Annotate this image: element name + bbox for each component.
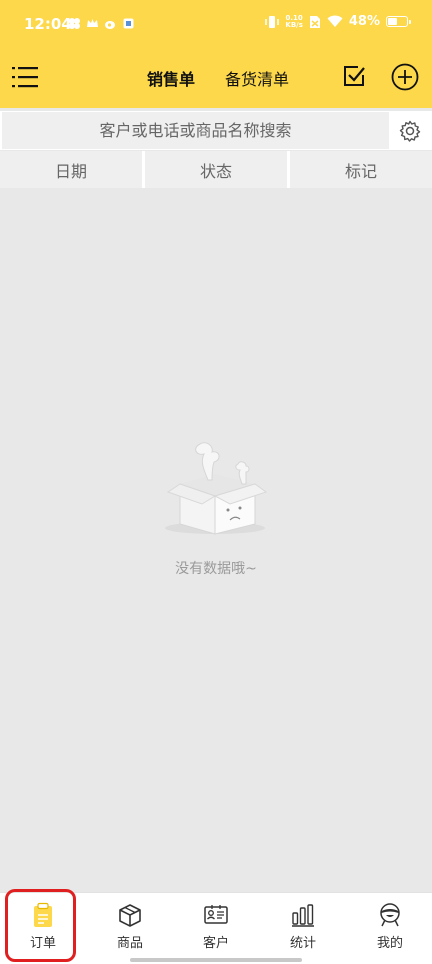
clipboard-icon xyxy=(34,902,52,927)
nav-label-goods: 商品 xyxy=(116,936,143,951)
search-bar xyxy=(0,111,432,150)
app-header: 12:04 0.10 KB/s 48% 销售单 备货清单 xyxy=(0,0,432,108)
filter-mark[interactable]: 标记 xyxy=(290,151,432,188)
filter-status[interactable]: 状态 xyxy=(145,151,287,188)
empty-message: 没有数据哦~ xyxy=(175,561,257,577)
user-avatar-icon xyxy=(380,903,400,927)
shield-icon xyxy=(123,18,134,29)
wifi-icon xyxy=(327,15,343,27)
nav-item-customers[interactable]: 客户 xyxy=(186,899,246,957)
tab-stock-list[interactable]: 备货清单 xyxy=(225,66,289,90)
nav-item-goods[interactable]: 商品 xyxy=(100,899,160,957)
app-notification-icon xyxy=(69,18,80,29)
crown-icon xyxy=(87,19,98,27)
add-circle-icon[interactable] xyxy=(391,63,419,91)
system-icons: 0.10 KB/s 48% xyxy=(265,13,411,29)
nav-item-mine[interactable]: 我的 xyxy=(360,899,420,957)
nav-label-stats: 统计 xyxy=(289,936,316,951)
status-bar: 12:04 0.10 KB/s 48% xyxy=(0,0,432,50)
empty-box-illustration xyxy=(165,442,268,535)
net-speed: 0.10 KB/s xyxy=(285,13,303,29)
nav-label-mine: 我的 xyxy=(376,936,403,951)
status-time: 12:04 xyxy=(24,15,72,33)
filter-bar: 日期 状态 标记 xyxy=(0,151,432,188)
sim-off-icon xyxy=(309,15,320,28)
weibo-icon xyxy=(105,21,115,29)
battery-percent: 48% xyxy=(348,14,380,29)
menu-list-icon[interactable] xyxy=(12,65,38,89)
nav-item-orders[interactable]: 订单 xyxy=(13,899,73,957)
bar-chart-icon xyxy=(292,904,314,927)
nav-label-orders: 订单 xyxy=(29,936,56,951)
nav-item-stats[interactable]: 统计 xyxy=(273,899,333,957)
search-input[interactable] xyxy=(2,112,389,149)
contact-card-icon xyxy=(204,905,228,924)
order-list-area[interactable]: 没有数据哦~ xyxy=(0,194,432,892)
bottom-navigation: 订单 商品 客户 统计 我的 xyxy=(0,892,432,964)
battery-icon xyxy=(386,16,411,27)
home-indicator[interactable] xyxy=(130,958,302,962)
checkbox-select-icon[interactable] xyxy=(342,64,366,88)
box-icon xyxy=(119,904,141,927)
tab-sales-order[interactable]: 销售单 xyxy=(147,66,195,90)
top-toolbar: 销售单 备货清单 xyxy=(0,52,432,102)
notification-icons xyxy=(68,17,135,30)
nav-label-customers: 客户 xyxy=(202,936,229,951)
filter-date[interactable]: 日期 xyxy=(0,151,142,188)
vibrate-icon xyxy=(265,15,280,28)
gear-icon[interactable] xyxy=(398,119,422,143)
